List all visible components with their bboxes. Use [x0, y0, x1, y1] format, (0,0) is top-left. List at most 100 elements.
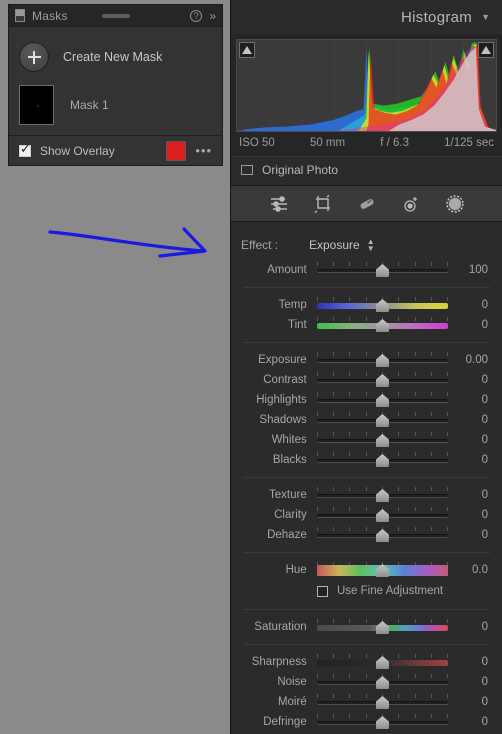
help-icon[interactable]: ?	[190, 9, 203, 22]
slider-row[interactable]: Dehaze 0	[241, 525, 492, 545]
slider-value[interactable]: 0.0	[448, 564, 492, 576]
slider-row[interactable]: Amount 100	[241, 260, 492, 280]
original-photo-checkbox[interactable]	[241, 165, 253, 175]
slider-value[interactable]: 0	[448, 621, 492, 633]
slider-row[interactable]: Contrast 0	[241, 370, 492, 390]
slider-track[interactable]	[316, 261, 449, 279]
panel-drag-handle[interactable]	[101, 13, 130, 18]
slider-row[interactable]: Shadows 0	[241, 410, 492, 430]
red-eye-icon[interactable]	[399, 192, 423, 216]
show-overlay-checkbox[interactable]	[19, 142, 31, 157]
slider-track[interactable]	[316, 618, 449, 636]
slider-value[interactable]: 0	[448, 414, 492, 426]
slider-track[interactable]	[316, 391, 449, 409]
slider-row[interactable]: Sharpness 0	[241, 652, 492, 672]
mask-thumbnail[interactable]	[19, 85, 54, 125]
slider-track[interactable]	[316, 451, 449, 469]
slider-track[interactable]	[316, 653, 449, 671]
slider-track[interactable]	[316, 673, 449, 691]
crop-icon[interactable]	[311, 192, 335, 216]
iso-value[interactable]: ISO 50	[239, 137, 275, 149]
slider-value[interactable]: 0	[448, 489, 492, 501]
slider-track[interactable]	[316, 351, 449, 369]
masks-panel-header[interactable]: Masks ? »	[9, 5, 222, 27]
slider-label: Exposure	[258, 354, 307, 366]
chevron-down-icon[interactable]: ▼	[481, 12, 490, 22]
create-new-mask-button[interactable]: Create New Mask	[19, 37, 212, 77]
slider-track[interactable]	[316, 431, 449, 449]
slider-row[interactable]: Clarity 0	[241, 505, 492, 525]
slider-track[interactable]	[316, 693, 449, 711]
edit-sliders-icon[interactable]	[267, 192, 291, 216]
slider-track[interactable]	[316, 486, 449, 504]
slider-row[interactable]: Defringe 0	[241, 712, 492, 732]
slider-row[interactable]: Exposure 0.00	[241, 350, 492, 370]
slider-value[interactable]: 0	[448, 529, 492, 541]
masking-icon[interactable]	[443, 192, 467, 216]
plus-icon[interactable]	[19, 42, 49, 72]
slider-value[interactable]: 0	[448, 676, 492, 688]
slider-track[interactable]	[316, 316, 449, 334]
slider-track[interactable]	[316, 371, 449, 389]
slider-value[interactable]: 0	[448, 656, 492, 668]
slider-track[interactable]	[316, 296, 449, 314]
slider-value[interactable]: 0.00	[448, 354, 492, 366]
slider-track[interactable]	[316, 411, 449, 429]
slider-value[interactable]: 0	[448, 716, 492, 728]
shutter-speed-value[interactable]: 1/125 sec	[444, 137, 494, 149]
slider-value[interactable]: 0	[448, 509, 492, 521]
slider-row[interactable]: Hue 0.0	[241, 560, 492, 580]
slider-row[interactable]: Moiré 0	[241, 692, 492, 712]
slider-value[interactable]: 0	[448, 696, 492, 708]
use-fine-adjustment-checkbox[interactable]	[317, 585, 328, 597]
aperture-value[interactable]: f / 6.3	[380, 137, 409, 149]
histogram-header[interactable]: Histogram ▼	[231, 0, 502, 34]
slider-row[interactable]: Texture 0	[241, 485, 492, 505]
original-photo-toggle[interactable]: Original Photo	[231, 156, 502, 185]
healing-brush-icon[interactable]	[355, 192, 379, 216]
slider-label: Whites	[271, 434, 307, 446]
highlight-clipping-button[interactable]	[478, 42, 494, 58]
section-divider	[243, 644, 490, 645]
slider-label: Amount	[267, 264, 307, 276]
slider-value[interactable]: 0	[448, 394, 492, 406]
histogram-plot[interactable]	[236, 39, 497, 132]
focal-length-value[interactable]: 50 mm	[310, 137, 345, 149]
slider-row[interactable]: Blacks 0	[241, 450, 492, 470]
slider-row[interactable]: Saturation 0	[241, 617, 492, 637]
effect-selector-row[interactable]: Effect : Exposure ▲ ▼	[241, 234, 492, 256]
shadow-clipping-button[interactable]	[239, 42, 255, 58]
collapse-chevrons-icon[interactable]: »	[209, 10, 216, 22]
up-down-stepper-icon[interactable]: ▲ ▼	[367, 238, 375, 253]
overlay-more-options-icon[interactable]: •••	[195, 144, 212, 157]
photo-canvas-area[interactable]: Masks ? » Create New Mask Mask 1 ✓ Show …	[0, 0, 230, 734]
slider-label: Texture	[269, 489, 307, 501]
triangle-up-icon	[242, 46, 252, 54]
slider-value[interactable]: 0	[448, 319, 492, 331]
slider-value[interactable]: 0	[448, 434, 492, 446]
overlay-color-swatch[interactable]	[166, 140, 187, 161]
slider-row[interactable]: Whites 0	[241, 430, 492, 450]
panel-split-icon[interactable]	[15, 9, 25, 22]
slider-label: Highlights	[256, 394, 307, 406]
list-item[interactable]: Mask 1	[19, 83, 212, 127]
slider-track[interactable]	[316, 526, 449, 544]
effect-dropdown-value[interactable]: Exposure	[309, 238, 360, 252]
slider-label: Shadows	[259, 414, 307, 426]
slider-track[interactable]	[316, 506, 449, 524]
use-fine-adjustment-row[interactable]: Use Fine Adjustment	[241, 580, 492, 602]
section-divider	[243, 609, 490, 610]
slider-label: Defringe	[263, 716, 307, 728]
exif-info-row: ISO 50 50 mm f / 6.3 1/125 sec	[236, 132, 497, 156]
slider-row[interactable]: Tint 0	[241, 315, 492, 335]
slider-value[interactable]: 0	[448, 454, 492, 466]
slider-value[interactable]: 0	[448, 299, 492, 311]
slider-track[interactable]	[316, 713, 449, 731]
use-fine-adjustment-label: Use Fine Adjustment	[337, 585, 444, 597]
slider-track[interactable]	[316, 561, 449, 579]
slider-value[interactable]: 0	[448, 374, 492, 386]
slider-row[interactable]: Temp 0	[241, 295, 492, 315]
slider-value[interactable]: 100	[448, 264, 492, 276]
slider-row[interactable]: Highlights 0	[241, 390, 492, 410]
slider-row[interactable]: Noise 0	[241, 672, 492, 692]
